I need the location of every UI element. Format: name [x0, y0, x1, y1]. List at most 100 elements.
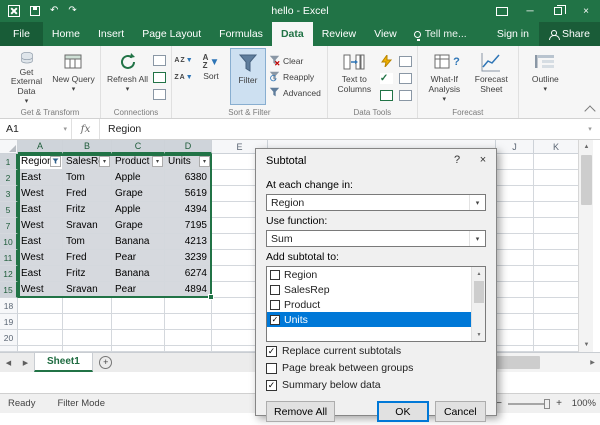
zoom-level[interactable]: 100%: [568, 398, 596, 409]
cell[interactable]: Banana: [112, 234, 165, 250]
checkbox[interactable]: ✓: [266, 346, 277, 357]
dialog-help-button[interactable]: ?: [444, 149, 470, 171]
new-query-button[interactable]: New Query ▾: [50, 48, 97, 105]
sort-descending-button[interactable]: ZA▼: [175, 70, 192, 84]
scroll-down-button[interactable]: ▼: [579, 338, 594, 352]
save-button[interactable]: [30, 6, 40, 16]
row-header[interactable]: 12: [0, 266, 18, 282]
edit-links-button[interactable]: [151, 87, 168, 101]
tab-view[interactable]: View: [365, 22, 406, 46]
tab-home[interactable]: Home: [43, 22, 89, 46]
cell[interactable]: [496, 234, 534, 250]
filter-dropdown-button[interactable]: ▾: [152, 156, 163, 167]
cell[interactable]: West: [18, 282, 63, 298]
sort-ascending-button[interactable]: AZ▼: [175, 53, 192, 67]
row-header[interactable]: 2: [0, 170, 18, 186]
what-if-analysis-button[interactable]: ? What-If Analysis ▾: [421, 48, 468, 105]
cell[interactable]: Apple: [112, 170, 165, 186]
cell[interactable]: [534, 202, 578, 218]
cell[interactable]: [496, 218, 534, 234]
cell[interactable]: [534, 330, 578, 346]
vertical-scrollbar[interactable]: ▲ ▼: [578, 140, 593, 352]
cell[interactable]: 4894: [165, 282, 212, 298]
row-header[interactable]: 19: [0, 314, 18, 330]
sheet-nav-left-button[interactable]: ◀: [0, 353, 17, 372]
cell[interactable]: 4394: [165, 202, 212, 218]
cell[interactable]: 3239: [165, 250, 212, 266]
cancel-button[interactable]: Cancel: [435, 401, 486, 422]
scroll-down-button[interactable]: ▼: [472, 328, 486, 341]
cell[interactable]: 5619: [165, 186, 212, 202]
cell[interactable]: [496, 266, 534, 282]
cell[interactable]: [18, 314, 63, 330]
vertical-scroll-thumb[interactable]: [581, 155, 592, 205]
row-header[interactable]: 11: [0, 250, 18, 266]
checkbox[interactable]: [270, 300, 280, 310]
flash-fill-button[interactable]: [378, 54, 395, 68]
cell[interactable]: [534, 266, 578, 282]
row-header[interactable]: 10: [0, 234, 18, 250]
cell[interactable]: [63, 298, 112, 314]
cell[interactable]: [534, 298, 578, 314]
cell[interactable]: 6274: [165, 266, 212, 282]
row-header[interactable]: 7: [0, 218, 18, 234]
relationships-button[interactable]: [378, 88, 395, 102]
cell[interactable]: [63, 330, 112, 346]
checkbox[interactable]: [270, 285, 280, 295]
cell[interactable]: [18, 330, 63, 346]
zoom-slider-thumb[interactable]: [544, 399, 550, 409]
ribbon-display-options-button[interactable]: [488, 0, 516, 22]
cell[interactable]: Units ▾: [165, 154, 212, 170]
row-header[interactable]: 20: [0, 330, 18, 346]
cell[interactable]: [165, 298, 212, 314]
minimize-button[interactable]: ─: [516, 0, 544, 22]
cell[interactable]: [496, 330, 534, 346]
tab-formulas[interactable]: Formulas: [210, 22, 272, 46]
tell-me-box[interactable]: Tell me...: [406, 22, 475, 46]
checkbox[interactable]: ✓: [266, 380, 277, 391]
cell[interactable]: [534, 282, 578, 298]
cell[interactable]: Pear: [112, 250, 165, 266]
cell[interactable]: [534, 186, 578, 202]
column-header-k[interactable]: K: [534, 140, 578, 154]
tab-file[interactable]: File: [0, 22, 43, 46]
outline-button[interactable]: Outline ▾: [522, 48, 569, 105]
cell[interactable]: [18, 298, 63, 314]
cell[interactable]: Grape: [112, 186, 165, 202]
checkbox[interactable]: [270, 270, 280, 280]
forecast-sheet-button[interactable]: Forecast Sheet: [468, 48, 515, 105]
list-scrollbar[interactable]: ▲ ▼: [471, 267, 485, 341]
cell[interactable]: Tom: [63, 170, 112, 186]
cell[interactable]: East: [18, 234, 63, 250]
cell[interactable]: [496, 154, 534, 170]
cell[interactable]: [534, 218, 578, 234]
cell[interactable]: [534, 314, 578, 330]
cell[interactable]: [496, 186, 534, 202]
connections-button[interactable]: [151, 53, 168, 67]
column-header-c[interactable]: C: [112, 140, 165, 154]
cell[interactable]: East: [18, 266, 63, 282]
manage-data-model-button[interactable]: [397, 88, 414, 102]
cell[interactable]: [165, 314, 212, 330]
tab-data[interactable]: Data: [272, 22, 313, 46]
cell[interactable]: Apple: [112, 202, 165, 218]
advanced-filter-button[interactable]: Advanced: [266, 85, 324, 100]
page-break-option[interactable]: Page break between groups: [266, 360, 486, 376]
list-scroll-thumb[interactable]: [474, 281, 484, 303]
filter-dropdown-button[interactable]: ▾: [199, 156, 210, 167]
ok-button[interactable]: OK: [377, 401, 428, 422]
undo-button[interactable]: ↶: [50, 6, 58, 16]
row-header[interactable]: 5: [0, 202, 18, 218]
name-box[interactable]: A1 ▾: [0, 119, 72, 139]
cell[interactable]: Sravan: [63, 218, 112, 234]
cell[interactable]: Fritz: [63, 266, 112, 282]
cell[interactable]: [534, 154, 578, 170]
zoom-in-button[interactable]: +: [555, 398, 563, 409]
sheet-nav-right-button[interactable]: ▶: [17, 353, 34, 372]
row-header[interactable]: 15: [0, 282, 18, 298]
scroll-right-button[interactable]: ▶: [585, 359, 600, 366]
cell[interactable]: West: [18, 186, 63, 202]
cell[interactable]: East: [18, 170, 63, 186]
row-header[interactable]: 1: [0, 154, 18, 170]
cell[interactable]: Sravan: [63, 282, 112, 298]
